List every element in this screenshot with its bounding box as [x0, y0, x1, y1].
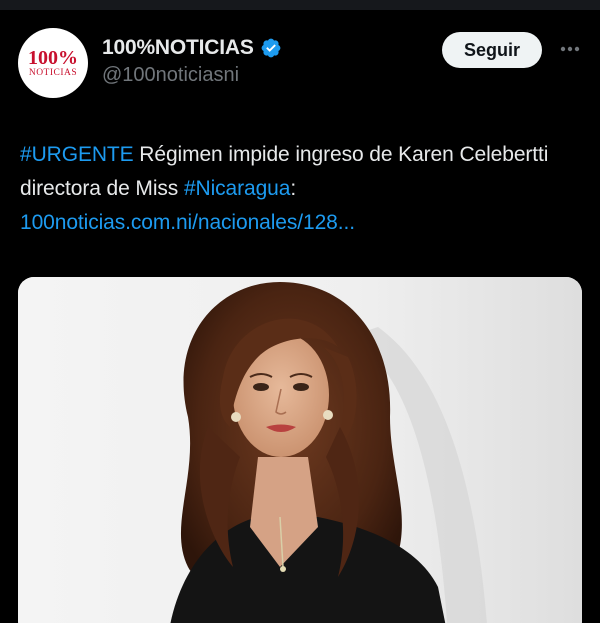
tweet-header: 100% NOTICIAS 100%NOTICIAS @100noticiasn… — [18, 28, 583, 98]
status-strip — [0, 0, 600, 10]
verified-badge-icon — [260, 37, 282, 59]
follow-button[interactable]: Seguir — [442, 32, 542, 68]
portrait-photo — [18, 277, 582, 623]
tweet-media-photo[interactable] — [18, 277, 582, 623]
avatar-logo-top: 100% — [28, 46, 78, 69]
hashtag-urgente[interactable]: #URGENTE — [20, 143, 134, 166]
display-name[interactable]: 100%NOTICIAS — [102, 36, 254, 60]
tweet-text: #URGENTE Régimen impide ingreso de Karen… — [20, 138, 580, 240]
avatar[interactable]: 100% NOTICIAS — [18, 28, 88, 98]
more-horizontal-icon[interactable] — [557, 36, 583, 62]
hashtag-nicaragua[interactable]: #Nicaragua — [184, 177, 291, 200]
handle[interactable]: @100noticiasni — [102, 64, 282, 87]
tweet-link[interactable]: 100noticias.com.ni/nacionales/128... — [20, 211, 355, 234]
tweet-body-part-2: : — [290, 177, 297, 200]
author-info: 100%NOTICIAS @100noticiasni — [102, 36, 282, 87]
avatar-logo-bottom: NOTICIAS — [28, 67, 78, 78]
